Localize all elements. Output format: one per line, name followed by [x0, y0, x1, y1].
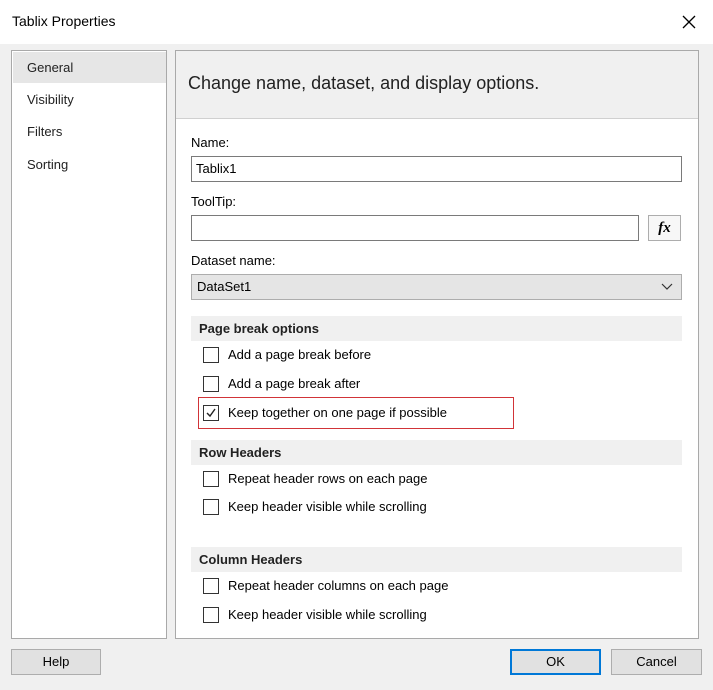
checkbox-box: [203, 376, 219, 392]
checkbox-box: [203, 471, 219, 487]
content-header: Change name, dataset, and display option…: [176, 51, 698, 119]
checkbox-box: [203, 578, 219, 594]
nav-item-filters[interactable]: Filters: [13, 116, 166, 147]
name-field[interactable]: Tablix1: [191, 156, 682, 182]
close-icon[interactable]: [677, 10, 701, 34]
nav-panel: General Visibility Filters Sorting: [11, 50, 167, 639]
help-button[interactable]: Help: [11, 649, 101, 675]
section-page-break: Page break options: [191, 316, 682, 341]
nav-item-general[interactable]: General: [13, 52, 166, 83]
checkbox-label: Repeat header rows on each page: [228, 471, 428, 486]
section-row-headers: Row Headers: [191, 440, 682, 465]
checkbox-label: Add a page break after: [228, 376, 361, 391]
fx-icon: fx: [658, 220, 671, 236]
title-bar: Tablix Properties: [0, 0, 713, 44]
dataset-value: DataSet1: [197, 279, 252, 294]
ok-button[interactable]: OK: [510, 649, 601, 675]
checkbox-label: Add a page break before: [228, 347, 372, 362]
checkbox-box: [203, 405, 219, 421]
tooltip-field[interactable]: [191, 215, 639, 241]
checkbox-box: [203, 499, 219, 515]
checkbox-label: Keep header visible while scrolling: [228, 499, 427, 514]
checkbox-label: Repeat header columns on each page: [228, 578, 449, 593]
expression-button[interactable]: fx: [648, 215, 681, 241]
chevron-down-icon: [660, 279, 674, 295]
checkbox-box: [203, 347, 219, 363]
checkmark-icon: [206, 408, 216, 418]
checkbox-box: [203, 607, 219, 623]
nav-item-sorting[interactable]: Sorting: [13, 149, 166, 180]
checkbox-label: Keep header visible while scrolling: [228, 607, 427, 622]
nav-item-visibility[interactable]: Visibility: [13, 84, 166, 115]
section-column-headers: Column Headers: [191, 547, 682, 572]
content-panel: Change name, dataset, and display option…: [175, 50, 699, 639]
window-title: Tablix Properties: [12, 13, 116, 29]
cancel-button[interactable]: Cancel: [611, 649, 702, 675]
dataset-label: Dataset name:: [191, 253, 276, 268]
name-label: Name:: [191, 135, 230, 150]
dialog-body: General Visibility Filters Sorting Chang…: [0, 44, 713, 690]
page-heading: Change name, dataset, and display option…: [188, 73, 540, 93]
checkbox-label: Keep together on one page if possible: [228, 405, 448, 420]
tooltip-label: ToolTip:: [191, 194, 237, 209]
dataset-select[interactable]: DataSet1: [191, 274, 682, 300]
